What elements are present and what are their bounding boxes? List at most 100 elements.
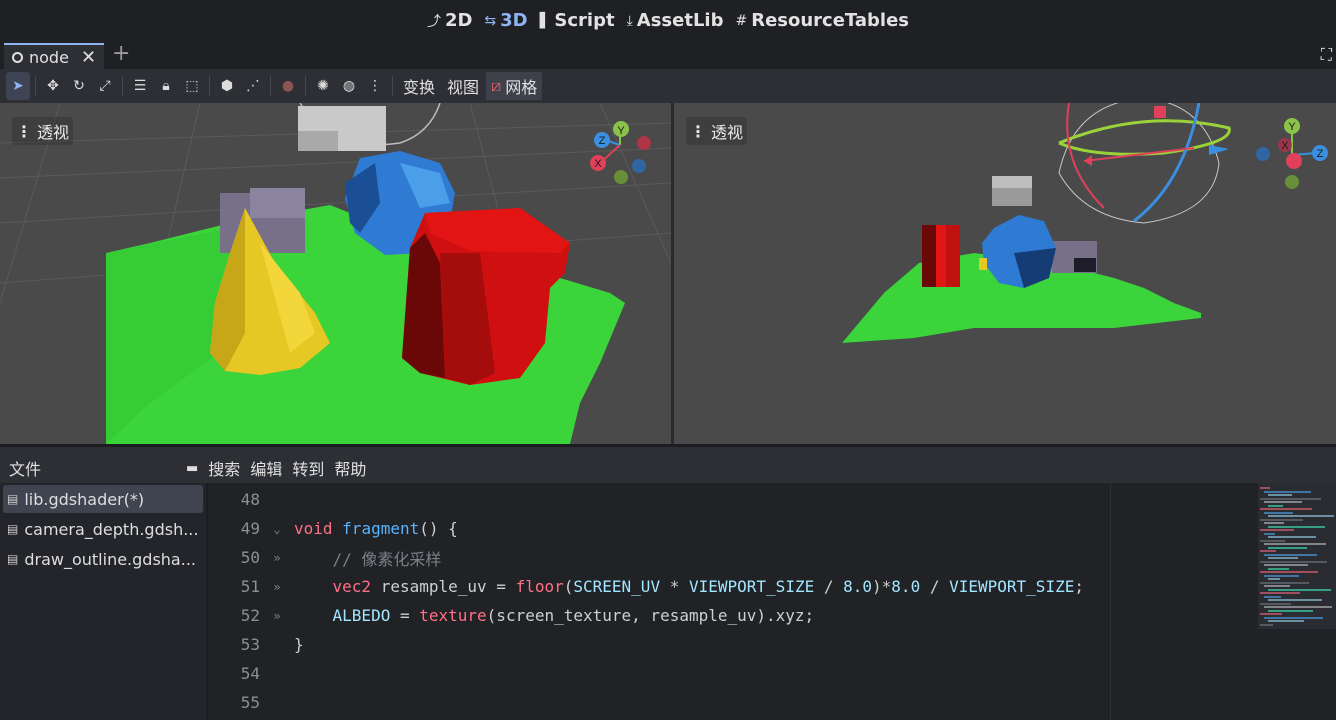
mode-resourcetables-button[interactable]: # ResourceTables (735, 10, 909, 31)
snap-icon[interactable]: ⋰ (241, 72, 265, 100)
scene-tab-node[interactable]: node ✕ (4, 43, 104, 69)
line-number: 48 (240, 490, 260, 509)
file-name: draw_outline.gdsha... (24, 549, 196, 569)
toolbar-separator (305, 76, 306, 96)
code-token: () { (419, 519, 458, 538)
rotation-gizmo (1058, 103, 1231, 224)
code-line[interactable]: 50 » // 像素化采样 (208, 543, 1108, 572)
minimap-line (1260, 560, 1327, 563)
minimap-line (1268, 525, 1325, 528)
code-token: fragment (342, 519, 420, 538)
code-line[interactable]: 48 (208, 485, 1108, 514)
select-icon[interactable]: ➤ (6, 72, 30, 100)
box-small (992, 176, 1032, 206)
gizmo-y-label: Y (617, 125, 625, 137)
code-line[interactable]: 55 (208, 688, 1108, 717)
viewport-right[interactable]: Y X Z ⋮ 透视 (674, 103, 1336, 444)
line-length-guideline (1110, 483, 1111, 720)
toolbar-separator (209, 76, 210, 96)
toolbar-separator (392, 76, 393, 96)
list-item[interactable]: ▤ camera_depth.gdsh... (3, 515, 203, 543)
expand-icon[interactable]: ⛶ (1321, 45, 1332, 65)
minimap-line (1264, 564, 1308, 566)
3d-icon: ⇆ (484, 12, 497, 29)
code-line[interactable]: 49 ⌄ void fragment() { (208, 514, 1108, 543)
scene-tab-label: node (29, 47, 69, 67)
minimap-line (1264, 532, 1275, 535)
mode-2d-label: 2D (444, 10, 473, 31)
search-menu[interactable]: 搜索 (208, 456, 240, 480)
code-editor[interactable]: 48 49 ⌄ void fragment() {50 » // 像素化采样 51 » ve… (208, 483, 1336, 720)
rotate-icon[interactable]: ↻ (67, 72, 91, 100)
code-token: texture (419, 606, 487, 625)
perspective-menu-left[interactable]: ⋮ 透视 (12, 117, 74, 145)
minimap-line (1260, 497, 1321, 500)
edit-menu[interactable]: 编辑 (250, 456, 282, 480)
grid-menu[interactable]: ⧄ 网格 (486, 72, 543, 100)
indent-marker-icon: » (273, 608, 281, 623)
minimap-line (1268, 620, 1304, 622)
list-item[interactable]: ▤ draw_outline.gdsha... (3, 545, 203, 573)
perspective-menu-right[interactable]: ⋮ 透视 (686, 117, 748, 145)
goto-menu[interactable]: 转到 (292, 456, 324, 480)
line-number: 53 (240, 635, 260, 654)
toolbar-separator (122, 76, 123, 96)
lock-icon[interactable]: 🔒︎ (154, 72, 178, 100)
move-icon[interactable]: ✥ (41, 72, 65, 100)
more-icon: ⋮ (16, 121, 32, 141)
minimap-line (1260, 529, 1294, 531)
fold-arrow-icon[interactable]: ⌄ (260, 522, 294, 536)
mode-assetlib-button[interactable]: ⤓ AssetLib (627, 10, 724, 31)
minimap-line (1260, 539, 1285, 542)
file-name: camera_depth.gdsh... (24, 519, 199, 539)
list-item[interactable]: ▤ lib.gdshader(*) (3, 485, 203, 513)
grid-icon: ⧄ (491, 76, 502, 95)
gizmo-x-label: X (1281, 140, 1289, 152)
minimap-line (1264, 616, 1323, 619)
scale-icon[interactable]: ⤢ (93, 72, 117, 100)
list-select-icon[interactable]: ☰ (128, 72, 152, 100)
camera-icon[interactable]: ● (276, 72, 300, 100)
file-name: lib.gdshader(*) (24, 489, 145, 509)
mode-2d-button[interactable]: ⤴ 2D (427, 10, 472, 31)
viewport-left[interactable]: Y Z X ⋮ 透视 (0, 103, 671, 444)
line-number: 52 (240, 606, 260, 625)
code-line[interactable]: 52 » ALBEDO = texture(screen_texture, res… (208, 601, 1108, 630)
gizmo-ring (298, 103, 441, 151)
transform-menu[interactable]: 变换 (398, 72, 440, 100)
code-minimap[interactable] (1258, 483, 1336, 629)
sun-icon[interactable]: ✺ (311, 72, 335, 100)
toggle-scripts-panel-icon[interactable]: ▬ (186, 461, 198, 476)
mode-script-label: Script (554, 10, 615, 31)
minimap-line (1264, 553, 1317, 556)
view-menu[interactable]: 视图 (442, 72, 484, 100)
minimap-line (1260, 592, 1300, 594)
close-icon[interactable]: ✕ (81, 47, 96, 68)
viewport-left-scene: Y Z X (0, 103, 671, 444)
code-line[interactable]: 54 (208, 659, 1108, 688)
code-token: / (920, 577, 950, 596)
shader-file-icon: ▤ (7, 522, 19, 536)
code-token: * (660, 577, 689, 596)
local-space-icon[interactable]: ⬢ (215, 72, 239, 100)
code-token: } (294, 635, 304, 654)
minimap-line (1268, 599, 1322, 601)
mode-script-button[interactable]: ▌ Script (540, 10, 615, 31)
code-line[interactable]: 51 » vec2 resample_uv = floor(SCREEN_UV *… (208, 572, 1108, 601)
code-text: void fragment() { (294, 519, 458, 538)
more-icon[interactable]: ⋮ (363, 72, 387, 100)
group-icon[interactable]: ⬚ (180, 72, 204, 100)
node-icon (12, 51, 23, 63)
code-line[interactable]: 53} (208, 630, 1108, 659)
scene-tab-bar: node ✕ + ⛶ (0, 41, 1336, 69)
environment-icon[interactable]: ◍ (337, 72, 361, 100)
perspective-label: 透视 (711, 123, 744, 142)
script-file-list: ▤ lib.gdshader(*) ▤ camera_depth.gdsh... ▤… (0, 483, 206, 720)
code-token: / (814, 577, 844, 596)
add-scene-tab-button[interactable]: + (112, 41, 130, 66)
help-menu[interactable]: 帮助 (334, 456, 366, 480)
code-text: ALBEDO = texture(screen_texture, resampl… (294, 606, 815, 625)
mode-3d-button[interactable]: ⇆ 3D (484, 10, 527, 31)
